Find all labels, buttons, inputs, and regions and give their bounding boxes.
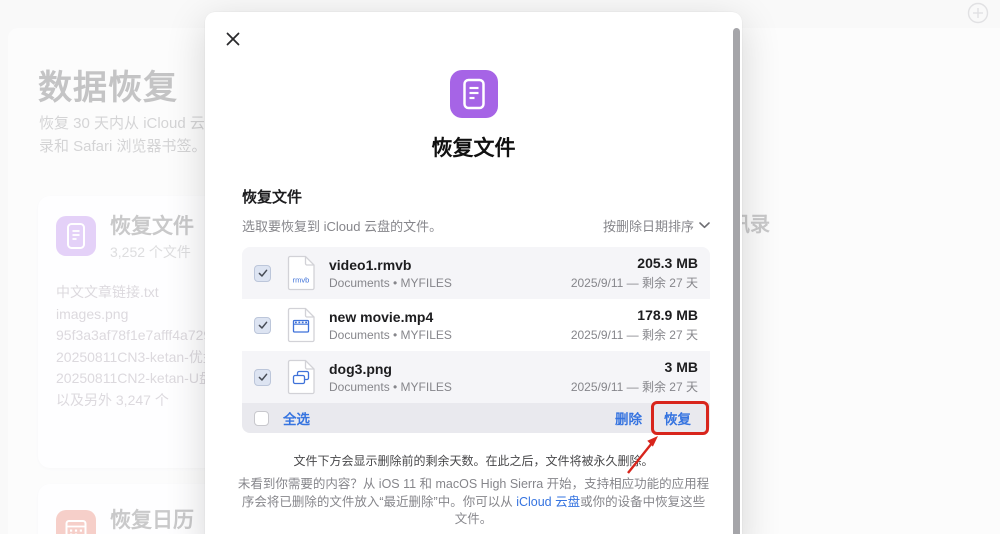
icloud-drive-link[interactable]: iCloud 云盘: [516, 495, 580, 509]
list-subtitle: 选取要恢复到 iCloud 云盘的文件。: [242, 219, 443, 234]
close-icon[interactable]: [222, 29, 244, 51]
table-row[interactable]: rmvb video1.rmvb Documents • MYFILES 205…: [242, 247, 710, 299]
file-location: Documents • MYFILES: [329, 275, 452, 290]
file-name: new movie.mp4: [329, 308, 434, 325]
recover-files-modal: 恢复文件 恢复文件 选取要恢复到 iCloud 云盘的文件。 按删除日期排序 r…: [205, 12, 742, 534]
file-size: 3 MB: [664, 359, 698, 375]
rmvb-file-icon: rmvb: [286, 255, 316, 291]
svg-text:rmvb: rmvb: [293, 276, 310, 285]
file-location: Documents • MYFILES: [329, 379, 452, 394]
sort-by-deletion-date-dropdown[interactable]: 按删除日期排序: [603, 216, 710, 235]
delete-button[interactable]: 删除: [615, 408, 642, 428]
row-checkbox-checked[interactable]: [254, 264, 271, 282]
file-name: video1.rmvb: [329, 256, 412, 273]
row-checkbox-checked[interactable]: [254, 368, 271, 386]
file-size: 178.9 MB: [637, 307, 698, 323]
chevron-down-icon: [699, 222, 710, 229]
modal-title: 恢复文件: [431, 137, 516, 160]
file-list: rmvb video1.rmvb Documents • MYFILES 205…: [242, 247, 710, 433]
file-name: dog3.png: [329, 360, 392, 377]
file-deletion-date: 2025/9/11 — 剩余 27 天: [570, 276, 698, 290]
help-text: 未看到你需要的内容？从 iOS 11 和 macOS High Sierra 开…: [238, 476, 710, 529]
list-footer-bar: 全选 删除 恢复: [242, 403, 710, 433]
checkmark-icon: [258, 373, 267, 381]
image-file-icon: [286, 359, 316, 395]
retention-note: 文件下方会显示删除前的剩余天数。在此之后，文件将被永久删除。: [293, 454, 654, 468]
sort-label: 按删除日期排序: [602, 219, 694, 234]
checkmark-icon: [258, 321, 267, 329]
file-deletion-date: 2025/9/11 — 剩余 27 天: [570, 380, 698, 394]
select-all-checkbox[interactable]: [254, 410, 269, 426]
table-row[interactable]: dog3.png Documents • MYFILES 3 MB 2025/9…: [242, 351, 710, 403]
table-row[interactable]: new movie.mp4 Documents • MYFILES 178.9 …: [242, 299, 710, 351]
recover-button[interactable]: 恢复: [664, 408, 691, 428]
scrollbar-thumb[interactable]: [733, 28, 740, 534]
checkmark-icon: [258, 269, 267, 277]
file-deletion-date: 2025/9/11 — 剩余 27 天: [570, 328, 698, 342]
file-location: Documents • MYFILES: [329, 327, 452, 342]
row-checkbox-checked[interactable]: [254, 316, 271, 334]
movie-file-icon: [286, 307, 316, 343]
file-size: 205.3 MB: [637, 255, 698, 271]
select-all-button[interactable]: 全选: [283, 408, 310, 428]
section-title: 恢复文件: [242, 189, 303, 206]
recover-files-app-icon: [449, 70, 498, 118]
